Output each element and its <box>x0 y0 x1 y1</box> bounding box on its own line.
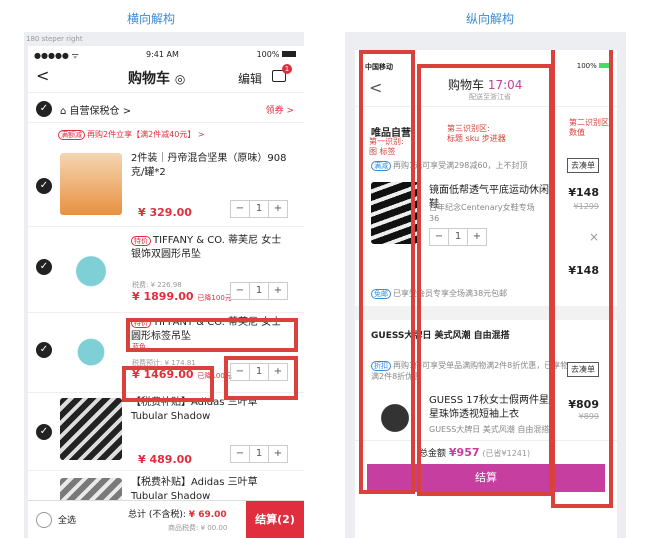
plus-button[interactable]: + <box>268 283 287 299</box>
cart-footer: 全选 总计 (不含税): ¥ 69.00 商品税费: ¥ 00.00 结算(2) <box>28 500 304 538</box>
minus-button[interactable]: − <box>231 283 249 299</box>
total-line: 总计 (不含税): ¥ 69.00 <box>128 510 227 520</box>
annotation-column-middle <box>417 64 553 496</box>
annotation-column-right <box>551 50 613 508</box>
quantity-stepper[interactable]: −1 + <box>230 200 288 218</box>
minus-button[interactable]: − <box>231 201 249 217</box>
left-phone: ●●●●● ᯤ 9:41 AM 100% < 购物车 ◎ 编辑 1 ✓ ⌂ 自营… <box>28 46 304 538</box>
page-title: 购物车 ◎ <box>128 71 186 87</box>
select-all-checkbox[interactable] <box>36 512 52 528</box>
nuts-jar-image <box>60 153 122 215</box>
quantity-stepper[interactable]: −1 + <box>230 282 288 300</box>
item-checkbox[interactable]: ✓ <box>36 342 52 358</box>
annotation-column-left <box>359 50 415 494</box>
pendant-image <box>60 234 122 296</box>
item-price: ¥ 489.00 <box>138 453 192 466</box>
carrier-signal: ●●●●● ᯤ <box>34 51 79 60</box>
plus-button[interactable]: + <box>268 446 287 462</box>
quantity-value[interactable]: 1 <box>249 446 268 462</box>
item-checkbox[interactable]: ✓ <box>36 178 52 194</box>
panel-note: 180 steper right <box>26 35 83 43</box>
minus-button[interactable]: − <box>231 446 249 462</box>
battery-level: 100% <box>257 50 296 59</box>
left-panel: 180 steper right ●●●●● ᯤ 9:41 AM 100% < … <box>24 32 304 538</box>
caption-left: 横向解构 <box>127 12 176 26</box>
item-tax: 税费: ¥ 226.98 <box>132 281 182 289</box>
right-panel: 中国移动 100% < 购物车 17:04 配送至浙江省 唯品自营 第一识别: … <box>345 32 626 538</box>
select-all-label[interactable]: 全选 <box>58 513 76 526</box>
item-checkbox[interactable]: ✓ <box>36 259 52 275</box>
store-checkbox[interactable]: ✓ <box>36 101 52 117</box>
total-tax: 商品税费: ¥ 00.00 <box>168 524 228 532</box>
annotation-box-stepper <box>224 356 298 400</box>
location-pin-icon: ◎ <box>174 72 186 86</box>
caption-right: 纵向解构 <box>466 12 515 26</box>
item-price: ¥ 329.00 <box>138 206 192 219</box>
annotation-box-title <box>126 318 298 352</box>
item-checkbox[interactable]: ✓ <box>36 424 52 440</box>
item-name[interactable]: 特价 TIFFANY & CO. 蒂芙尼 女士 银饰双圆形吊坠 <box>131 234 291 262</box>
store-icon: ⌂ <box>60 106 67 117</box>
promo-line[interactable]: 满额减 再购2件立享【满2件减40元】 > <box>58 129 205 140</box>
message-badge: 1 <box>282 64 292 74</box>
pendant-image <box>60 318 122 380</box>
quantity-stepper[interactable]: −1 + <box>230 445 288 463</box>
edit-button[interactable]: 编辑 <box>238 70 262 87</box>
sneaker-image <box>60 398 122 460</box>
annotation-box-price <box>122 366 214 402</box>
quantity-value[interactable]: 1 <box>249 283 268 299</box>
quantity-value[interactable]: 1 <box>249 201 268 217</box>
store-name[interactable]: ⌂ 自营保税仓 > <box>60 102 131 117</box>
item-price: ¥ 1899.00 已降100元 <box>132 290 232 303</box>
item-name[interactable]: 2件装｜丹帝混合坚果（原味）908克/罐*2 <box>131 152 291 180</box>
status-time: 9:41 AM <box>146 50 179 59</box>
plus-button[interactable]: + <box>268 201 287 217</box>
back-button[interactable]: < <box>36 66 49 85</box>
right-phone: 中国移动 100% < 购物车 17:04 配送至浙江省 唯品自营 第一识别: … <box>355 50 617 538</box>
coupon-link[interactable]: 领券 > <box>266 103 294 116</box>
checkout-button[interactable]: 结算(2) <box>246 501 304 538</box>
